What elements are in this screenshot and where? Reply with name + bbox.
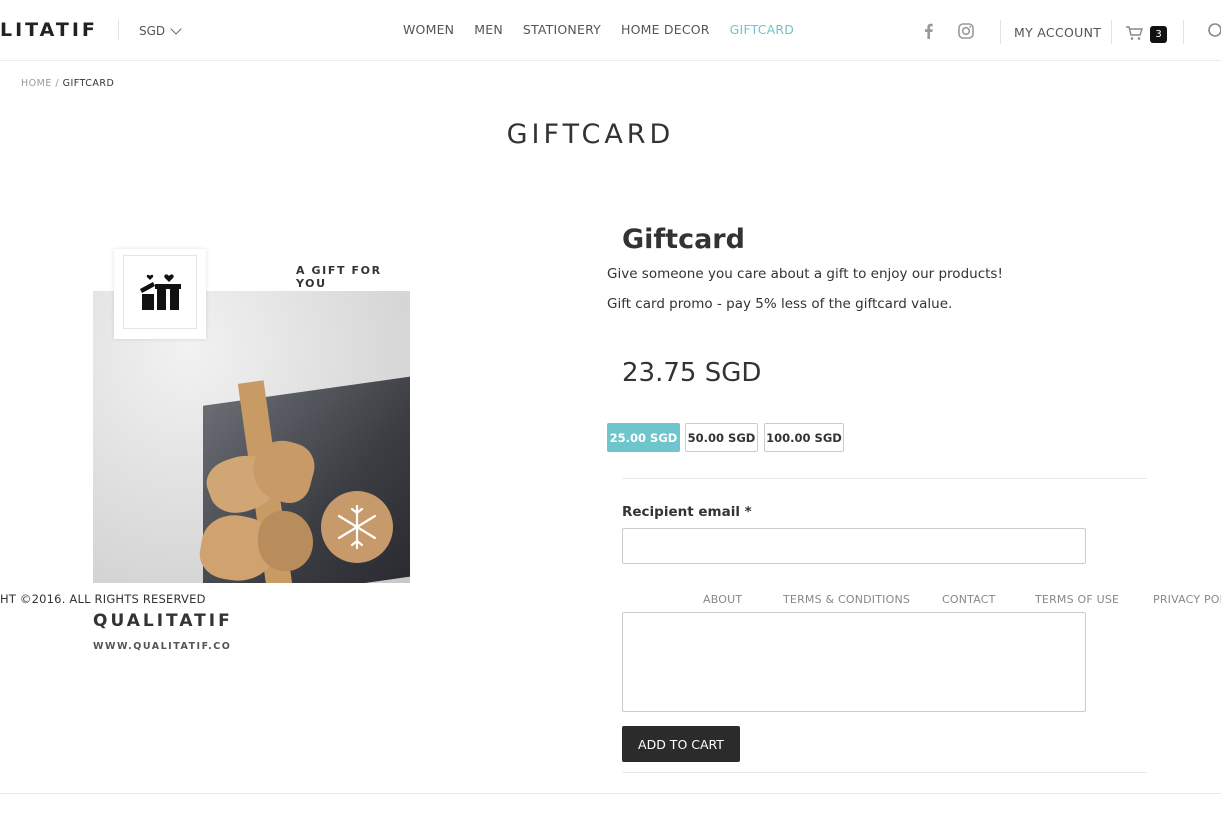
brand-url: WWW.QUALITATIF.CO — [93, 641, 232, 652]
page-title: GIFTCARD — [506, 119, 675, 150]
option-50-sgd[interactable]: 50.00 SGD — [685, 423, 758, 452]
site-header: LITATIF SGD WOMEN MEN STATIONERY HOME DE… — [0, 0, 1221, 61]
bow-loop — [258, 511, 313, 571]
message-textarea[interactable] — [622, 612, 1086, 712]
divider — [622, 478, 1147, 479]
search-icon[interactable] — [1207, 22, 1221, 38]
gift-box-icon — [140, 274, 181, 310]
divider — [622, 772, 1147, 773]
cart-icon[interactable] — [1125, 25, 1143, 41]
cart-count-badge: 3 — [1150, 26, 1167, 43]
facebook-icon[interactable] — [920, 22, 938, 40]
footer-link-terms-conditions[interactable]: TERMS & CONDITIONS — [783, 593, 910, 606]
main-nav: WOMEN MEN STATIONERY HOME DECOR GIFTCARD — [403, 22, 814, 37]
snowflake-icon — [337, 504, 377, 550]
breadcrumb-separator: / — [51, 78, 63, 89]
divider — [1000, 20, 1001, 44]
option-25-sgd[interactable]: 25.00 SGD — [607, 423, 680, 452]
gift-label: A GIFT FOR YOU — [296, 264, 382, 290]
product-description: Give someone you care about a gift to en… — [607, 266, 1003, 282]
divider — [0, 793, 1221, 794]
currency-label: SGD — [139, 24, 166, 38]
instagram-icon[interactable] — [957, 22, 975, 40]
site-logo[interactable]: LITATIF — [0, 19, 98, 41]
gift-badge — [114, 249, 206, 339]
chevron-down-icon — [170, 22, 182, 35]
copyright-text: HT ©2016. ALL RIGHTS RESERVED — [0, 592, 206, 606]
my-account-link[interactable]: MY ACCOUNT — [1014, 25, 1101, 40]
nav-item-home-decor[interactable]: HOME DECOR — [621, 22, 710, 37]
breadcrumb: HOME / GIFTCARD — [21, 78, 114, 89]
recipient-email-label: Recipient email * — [622, 504, 752, 520]
product-title: Giftcard — [622, 224, 745, 255]
add-to-cart-button[interactable]: ADD TO CART — [622, 726, 740, 762]
brand-wordmark: QUALITATIF — [93, 611, 233, 631]
divider — [118, 20, 119, 40]
nav-item-giftcard[interactable]: GIFTCARD — [730, 22, 794, 37]
nav-item-men[interactable]: MEN — [474, 22, 503, 37]
divider — [1111, 20, 1112, 44]
recipient-email-input[interactable] — [622, 528, 1086, 564]
footer-link-terms-of-use[interactable]: TERMS OF USE — [1035, 593, 1119, 606]
product-promo: Gift card promo - pay 5% less of the gif… — [607, 296, 953, 312]
option-100-sgd[interactable]: 100.00 SGD — [764, 423, 844, 452]
nav-item-stationery[interactable]: STATIONERY — [523, 22, 601, 37]
footer-link-about[interactable]: ABOUT — [703, 593, 742, 606]
breadcrumb-current: GIFTCARD — [62, 78, 115, 89]
product-price: 23.75 SGD — [622, 358, 762, 388]
nav-item-women[interactable]: WOMEN — [403, 22, 454, 37]
footer-link-contact[interactable]: CONTACT — [942, 593, 996, 606]
footer-link-privacy-policy[interactable]: PRIVACY POLI — [1153, 593, 1221, 606]
currency-selector[interactable]: SGD — [139, 22, 182, 38]
divider — [1183, 20, 1184, 44]
gift-badge-frame — [123, 255, 197, 329]
breadcrumb-home[interactable]: HOME — [21, 78, 52, 89]
